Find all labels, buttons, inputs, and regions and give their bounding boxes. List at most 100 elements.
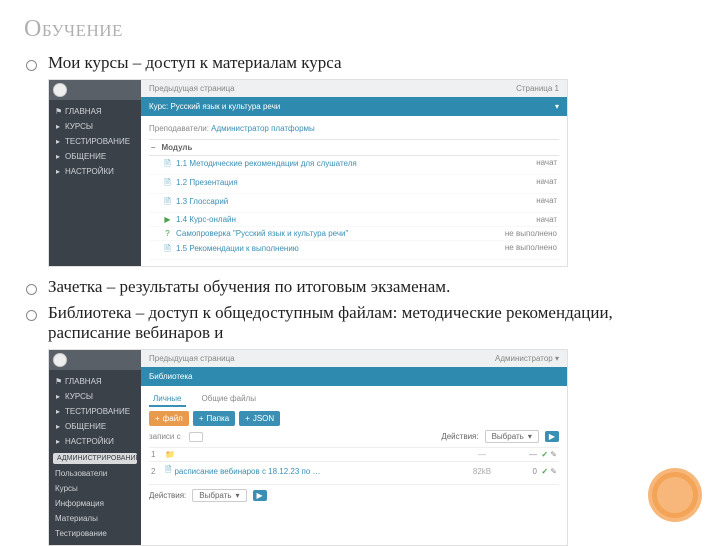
module-row[interactable]: ▶1.4 Курс-онлайн начат	[149, 213, 559, 227]
status-badge: начат	[536, 177, 557, 191]
bullet-my-courses: Мои курсы – доступ к материалам курса	[24, 53, 696, 73]
breadcrumb: Предыдущая страница Страница 1	[141, 80, 567, 97]
sidebar-item-label: Информация	[55, 499, 104, 508]
plus-icon: +	[245, 414, 250, 423]
folder-icon: 📁	[165, 450, 175, 459]
sidebar-admin-materials[interactable]: Материалы	[53, 511, 137, 526]
sidebar-item-label: НАСТРОЙКИ	[65, 437, 114, 446]
sidebar-item-label: Материалы	[55, 514, 98, 523]
sidebar-item-label: Курсы	[55, 484, 78, 493]
go-button[interactable]: ▶	[253, 490, 267, 501]
sidebar-item-label: КУРСЫ	[65, 392, 93, 401]
filter-bar: записи с Действия: Выбрать▾ ▶	[149, 430, 559, 443]
sidebar-item-label: ГЛАВНАЯ	[65, 107, 102, 116]
sidebar-admin-courses[interactable]: Курсы	[53, 481, 137, 496]
status-badge: не выполнено	[505, 229, 557, 238]
sidebar-admin-users[interactable]: Пользователи	[53, 466, 137, 481]
check-icon[interactable]: ✓	[541, 450, 548, 459]
chevron-down-icon[interactable]: ▾	[555, 102, 559, 111]
sidebar-item-label: Тестирование	[55, 529, 107, 538]
sidebar-item-label: ОБЩЕНИЕ	[65, 152, 106, 161]
tab-personal[interactable]: Личные	[149, 392, 186, 407]
tab-shared[interactable]: Общие файлы	[198, 392, 260, 407]
breadcrumb-back[interactable]: Предыдущая страница	[149, 84, 235, 93]
brand-bar	[49, 350, 141, 370]
sidebar-item-settings[interactable]: ▸НАСТРОЙКИ	[53, 164, 137, 179]
plus-icon: +	[155, 414, 160, 423]
sidebar-item-label: НАСТРОЙКИ	[65, 167, 114, 176]
status-badge: начат	[536, 215, 557, 224]
edit-icon[interactable]: ✎	[550, 450, 557, 459]
actions-select[interactable]: Выбрать▾	[192, 489, 246, 502]
json-button[interactable]: +JSON	[239, 411, 280, 426]
course-title-bar: Курс: Русский язык и культура речи ▾	[141, 97, 567, 116]
sidebar-item-courses[interactable]: ▸КУРСЫ	[53, 119, 137, 134]
status-badge: начат	[536, 158, 557, 172]
teacher-link[interactable]: Администратор платформы	[211, 124, 315, 133]
library-title: Библиотека	[149, 372, 193, 381]
footer-bar: Действия: Выбрать▾ ▶	[149, 484, 559, 502]
doc-icon: 🗎	[163, 243, 172, 257]
sidebar-item-settings[interactable]: ▸НАСТРОЙКИ	[53, 434, 137, 449]
user-menu[interactable]: Администратор ▾	[495, 354, 559, 363]
go-button[interactable]: ▶	[545, 431, 559, 442]
play-icon: ▶	[163, 215, 172, 224]
module-row[interactable]: 🗎1.3 Глоссарий начат	[149, 194, 559, 213]
doc-icon: 🗎	[163, 158, 172, 172]
actions-label: Действия:	[441, 432, 478, 441]
screenshot-courses: ⚑ГЛАВНАЯ ▸КУРСЫ ▸ТЕСТИРОВАНИЕ ▸ОБЩЕНИЕ ▸…	[48, 79, 568, 267]
module-row[interactable]: ?Самопроверка "Русский язык и культура р…	[149, 227, 559, 241]
breadcrumb-back[interactable]: Предыдущая страница	[149, 354, 235, 363]
module-row[interactable]: 🗎1.2 Презентация начат	[149, 175, 559, 194]
sidebar-item-home[interactable]: ⚑ГЛАВНАЯ	[53, 374, 137, 389]
check-icon[interactable]: ✓	[541, 467, 548, 476]
sidebar-item-label: ТЕСТИРОВАНИЕ	[65, 407, 130, 416]
status-badge: не выполнено	[505, 243, 557, 257]
sidebar-item-label: Пользователи	[55, 469, 107, 478]
sidebar-item-home[interactable]: ⚑ГЛАВНАЯ	[53, 104, 137, 119]
sidebar-item-chat[interactable]: ▸ОБЩЕНИЕ	[53, 149, 137, 164]
add-file-button[interactable]: +файл	[149, 411, 189, 426]
sidebar-item-label: ОБЩЕНИЕ	[65, 422, 106, 431]
teacher-line: Преподаватели: Администратор платформы	[149, 124, 559, 133]
decorative-circle	[648, 468, 702, 522]
tabs: Личные Общие файлы	[149, 392, 559, 407]
sidebar-admin-testing[interactable]: Тестирование	[53, 526, 137, 541]
page-title: Обучение	[24, 16, 696, 43]
module-row[interactable]: 🗎1.5 Рекомендации к выполнению не выполн…	[149, 241, 559, 260]
page-input[interactable]	[189, 432, 203, 442]
sidebar-item-label: ГЛАВНАЯ	[65, 377, 102, 386]
screenshot-library: ⚑ГЛАВНАЯ ▸КУРСЫ ▸ТЕСТИРОВАНИЕ ▸ОБЩЕНИЕ ▸…	[48, 349, 568, 546]
course-title: Курс: Русский язык и культура речи	[149, 102, 280, 111]
breadcrumb-page: Страница 1	[516, 84, 559, 93]
logo-icon	[53, 83, 67, 97]
doc-icon: 🗎	[163, 196, 172, 210]
admin-badge: АДМИНИСТРИРОВАНИЕ	[53, 453, 137, 464]
actions-select[interactable]: Выбрать▾	[485, 430, 539, 443]
file-row[interactable]: 2 🗎расписание вебинаров с 18.12.23 по … …	[149, 461, 559, 480]
sidebar: ⚑ГЛАВНАЯ ▸КУРСЫ ▸ТЕСТИРОВАНИЕ ▸ОБЩЕНИЕ ▸…	[49, 350, 141, 545]
add-folder-button[interactable]: +Папка	[193, 411, 235, 426]
status-badge: начат	[536, 196, 557, 210]
table-header: –Модуль	[149, 139, 559, 156]
file-row[interactable]: 1 📁 — — ✓ ✎	[149, 447, 559, 461]
sidebar-item-chat[interactable]: ▸ОБЩЕНИЕ	[53, 419, 137, 434]
library-title-bar: Библиотека	[141, 367, 567, 386]
sidebar-item-testing[interactable]: ▸ТЕСТИРОВАНИЕ	[53, 134, 137, 149]
actions-label: Действия:	[149, 491, 186, 500]
brand-bar	[49, 80, 141, 100]
bullet-zachetka: Зачетка – результаты обучения по итоговы…	[24, 277, 696, 297]
edit-icon[interactable]: ✎	[550, 467, 557, 476]
breadcrumb: Предыдущая страница Администратор ▾	[141, 350, 567, 367]
file-icon: 🗎	[165, 464, 171, 478]
quiz-icon: ?	[163, 229, 172, 238]
sidebar-item-testing[interactable]: ▸ТЕСТИРОВАНИЕ	[53, 404, 137, 419]
module-row[interactable]: 🗎1.1 Методические рекомендации для слуша…	[149, 156, 559, 175]
sidebar: ⚑ГЛАВНАЯ ▸КУРСЫ ▸ТЕСТИРОВАНИЕ ▸ОБЩЕНИЕ ▸…	[49, 80, 141, 266]
plus-icon: +	[199, 414, 204, 423]
logo-icon	[53, 353, 67, 367]
doc-icon: 🗎	[163, 177, 172, 191]
sidebar-item-courses[interactable]: ▸КУРСЫ	[53, 389, 137, 404]
sidebar-admin-info[interactable]: Информация	[53, 496, 137, 511]
sidebar-item-label: ТЕСТИРОВАНИЕ	[65, 137, 130, 146]
